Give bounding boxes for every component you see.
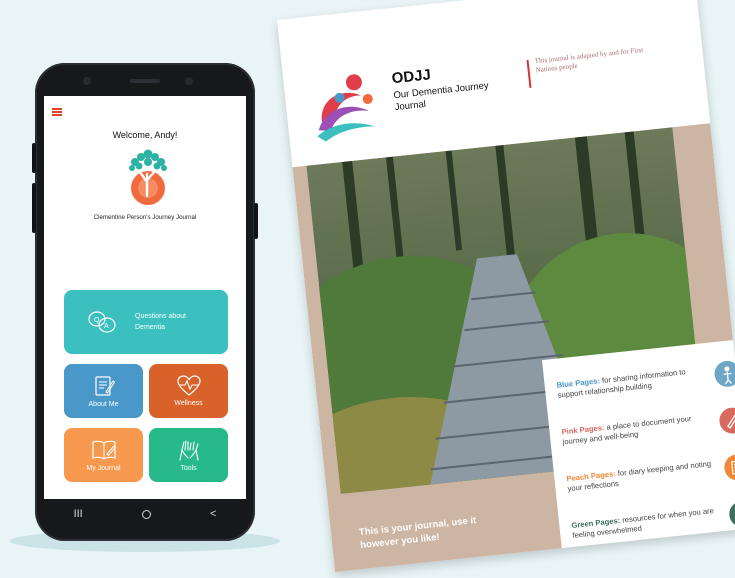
android-nav-bar: III < bbox=[44, 499, 246, 529]
front-camera-icon bbox=[185, 77, 193, 85]
globe-icon bbox=[729, 501, 735, 528]
notes-icon bbox=[724, 454, 735, 481]
my-journal-tile[interactable]: My Journal bbox=[64, 428, 143, 482]
tree-logo-icon bbox=[129, 149, 167, 205]
back-button[interactable]: < bbox=[210, 508, 216, 520]
notebook-pencil-icon bbox=[94, 376, 115, 396]
volume-button bbox=[32, 143, 36, 173]
welcome-text: Welcome, Andy! bbox=[112, 130, 178, 140]
power-button bbox=[254, 203, 258, 239]
question-bubbles-icon: Q A bbox=[88, 311, 116, 333]
svg-text:Q: Q bbox=[94, 317, 100, 324]
page-color-legend: Blue Pages: for sharing information to s… bbox=[542, 337, 735, 550]
app-screen: Welcome, Andy! Clementine Person's Journ… bbox=[44, 96, 246, 499]
questions-tile[interactable]: Q A Questions about Dementia bbox=[64, 290, 228, 354]
about-me-label: About Me bbox=[88, 401, 119, 408]
adapted-note: This journal is adapted by and for First… bbox=[534, 45, 644, 75]
odjj-logo-icon bbox=[317, 74, 375, 142]
sensor-icon bbox=[83, 77, 91, 85]
questions-label: Questions about Dementia bbox=[135, 313, 186, 331]
wellness-tile[interactable]: Wellness bbox=[149, 364, 228, 418]
cover-title: ODJJ bbox=[390, 66, 432, 88]
svg-text:A: A bbox=[104, 323, 109, 330]
speaker-grille bbox=[130, 79, 160, 83]
divider bbox=[526, 59, 532, 88]
pencil-icon bbox=[719, 407, 735, 434]
about-me-tile[interactable]: About Me bbox=[64, 364, 143, 418]
phone-mockup: Welcome, Andy! Clementine Person's Journ… bbox=[32, 63, 258, 541]
my-journal-label: My Journal bbox=[86, 465, 121, 472]
book-pencil-icon bbox=[91, 440, 116, 460]
journal-cover: ODJJ Our Dementia Journey Journal This j… bbox=[277, 0, 735, 572]
tools-label: Tools bbox=[180, 465, 197, 472]
person-icon bbox=[714, 360, 735, 387]
recent-apps-button[interactable]: III bbox=[74, 508, 83, 520]
heartbeat-icon bbox=[176, 375, 201, 396]
wellness-label: Wellness bbox=[174, 400, 203, 407]
journal-name: Clementine Person's Journey Journal bbox=[93, 214, 197, 221]
home-button[interactable] bbox=[141, 509, 151, 519]
side-button bbox=[32, 183, 36, 233]
tools-tile[interactable]: Tools bbox=[149, 428, 228, 482]
menu-icon[interactable] bbox=[52, 108, 62, 116]
helping-hands-icon bbox=[178, 440, 199, 461]
